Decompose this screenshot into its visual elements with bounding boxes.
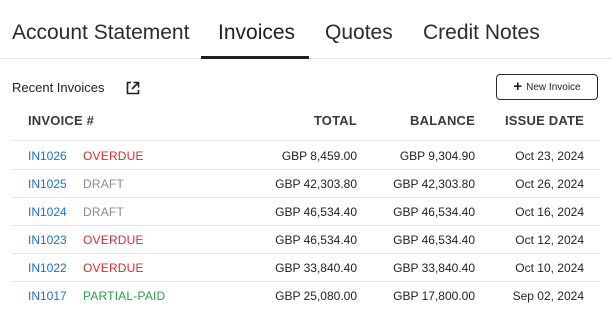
total-amount: GBP 33,840.40 [275, 261, 357, 275]
table-row[interactable]: IN1026 OVERDUE GBP 8,459.00 GBP 9,304.90 Oct… [12, 141, 600, 170]
total-amount: GBP 42,303.80 [275, 177, 357, 191]
status-badge: OVERDUE [83, 149, 144, 163]
tab-invoices[interactable]: Invoices [218, 20, 295, 46]
invoice-number-link[interactable]: IN1026 [28, 149, 67, 163]
issue-date: Oct 23, 2024 [515, 149, 584, 163]
total-amount: GBP 8,459.00 [281, 149, 357, 163]
status-badge: PARTIAL-PAID [83, 289, 166, 303]
header-issue-date[interactable]: ISSUE DATE [505, 113, 584, 128]
balance-amount: GBP 9,304.90 [399, 149, 475, 163]
section-title: Recent Invoices [12, 80, 105, 95]
active-tab-indicator [201, 56, 309, 59]
table-row[interactable]: IN1025 DRAFT GBP 42,303.80 GBP 42,303.80 Oct… [12, 169, 600, 198]
external-link-icon[interactable] [125, 80, 141, 96]
issue-date: Oct 16, 2024 [515, 205, 584, 219]
status-badge: OVERDUE [83, 261, 144, 275]
issue-date: Oct 10, 2024 [515, 261, 584, 275]
invoice-number-link[interactable]: IN1025 [28, 177, 67, 191]
invoice-number-link[interactable]: IN1023 [28, 233, 67, 247]
status-badge: OVERDUE [83, 233, 144, 247]
status-badge: DRAFT [83, 177, 124, 191]
balance-amount: GBP 17,800.00 [393, 289, 475, 303]
total-amount: GBP 46,534.40 [275, 205, 357, 219]
balance-amount: GBP 42,303.80 [393, 177, 475, 191]
total-amount: GBP 46,534.40 [275, 233, 357, 247]
issue-date: Oct 26, 2024 [515, 177, 584, 191]
status-badge: DRAFT [83, 205, 124, 219]
new-invoice-label: New Invoice [526, 81, 581, 93]
table-row[interactable]: IN1022 OVERDUE GBP 33,840.40 GBP 33,840.40 O… [12, 253, 600, 282]
header-total[interactable]: TOTAL [314, 113, 357, 128]
header-balance[interactable]: BALANCE [410, 113, 475, 128]
balance-amount: GBP 46,534.40 [393, 233, 475, 247]
invoice-number-link[interactable]: IN1017 [28, 289, 67, 303]
invoice-number-link[interactable]: IN1024 [28, 205, 67, 219]
plus-icon: + [513, 78, 523, 95]
invoice-number-link[interactable]: IN1022 [28, 261, 67, 275]
tab-bar: Account Statement Invoices Quotes Credit… [0, 0, 612, 59]
balance-amount: GBP 46,534.40 [393, 205, 475, 219]
header-invoice[interactable]: INVOICE # [28, 113, 94, 128]
table-row[interactable]: IN1024 DRAFT GBP 46,534.40 GBP 46,534.40 Oct… [12, 197, 600, 226]
issue-date: Sep 02, 2024 [512, 289, 584, 303]
table-row[interactable]: IN1023 OVERDUE GBP 46,534.40 GBP 46,534.40 O… [12, 225, 600, 254]
tab-credit-notes[interactable]: Credit Notes [423, 20, 540, 46]
balance-amount: GBP 33,840.40 [393, 261, 475, 275]
tab-quotes[interactable]: Quotes [325, 20, 393, 46]
issue-date: Oct 12, 2024 [515, 233, 584, 247]
new-invoice-button[interactable]: + New Invoice [496, 74, 598, 100]
table-row[interactable]: IN1017 PARTIAL-PAID GBP 25,080.00 GBP 17,80… [12, 281, 600, 309]
total-amount: GBP 25,080.00 [275, 289, 357, 303]
tab-account-statement[interactable]: Account Statement [12, 20, 189, 46]
